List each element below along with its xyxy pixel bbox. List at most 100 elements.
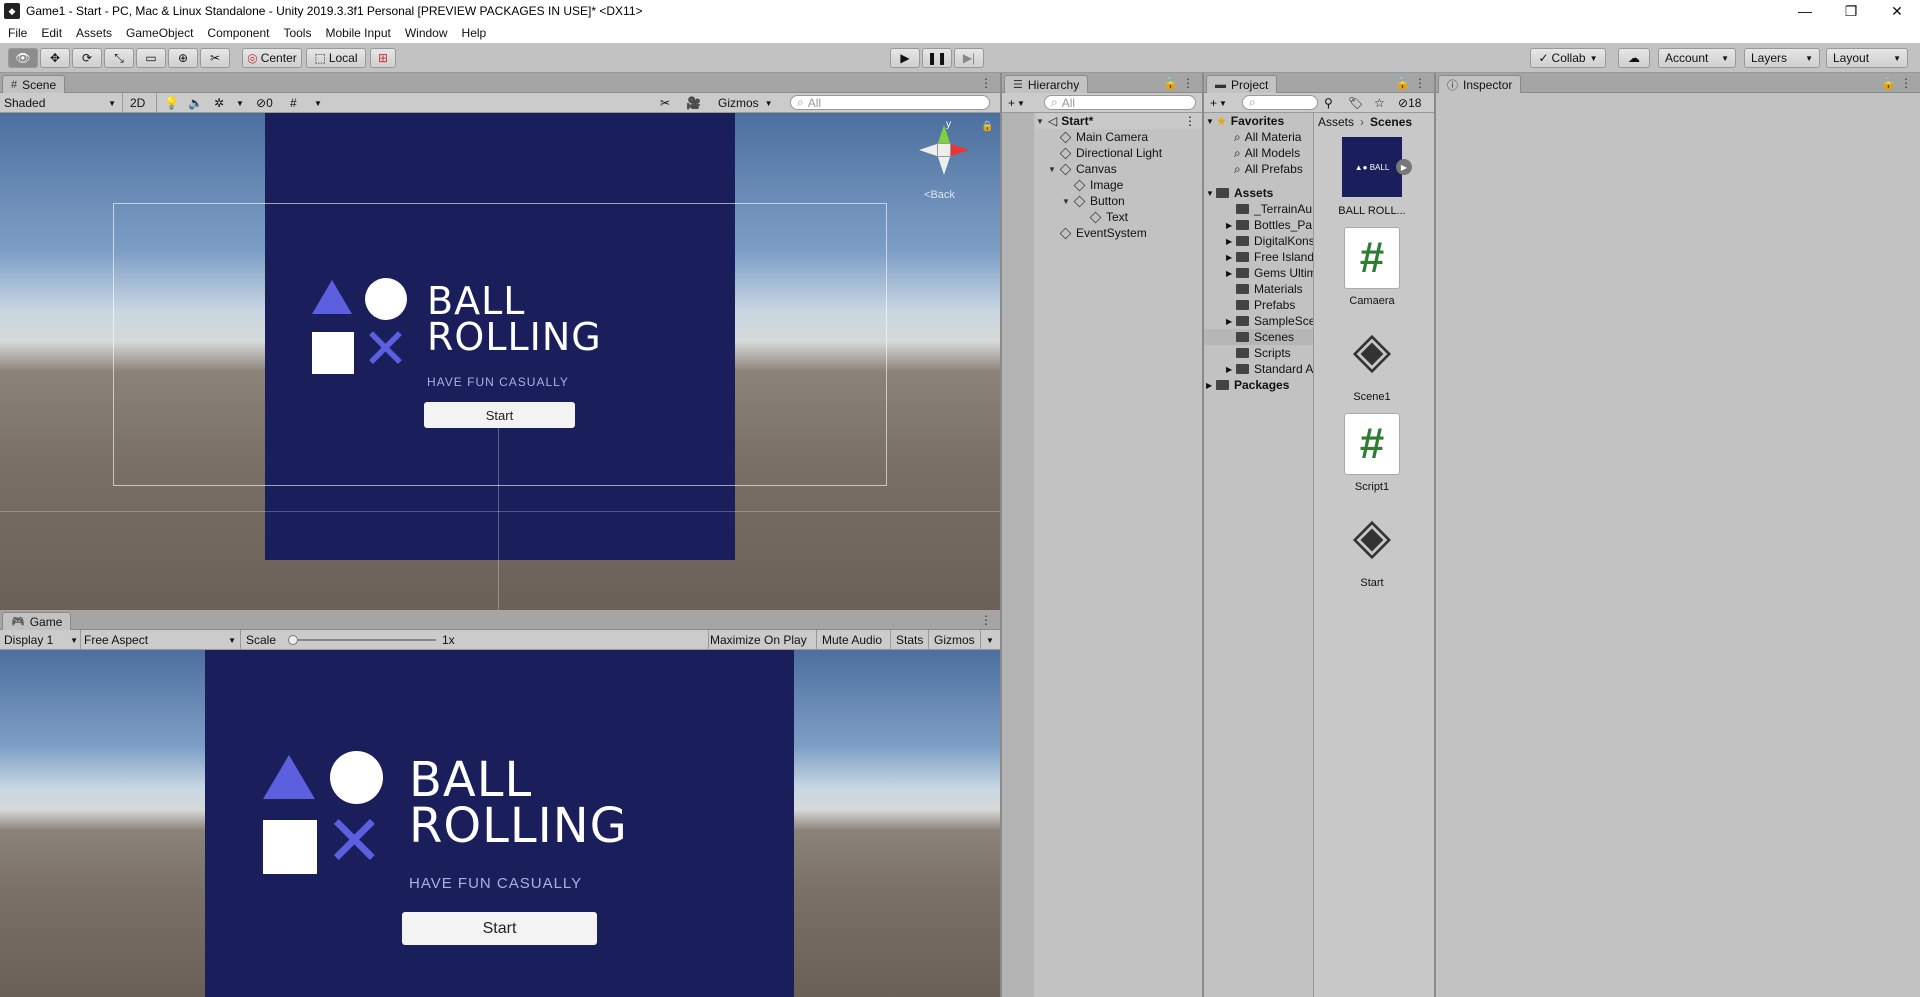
folder-item[interactable]: ▶ Bottles_Pa (1226, 217, 1312, 233)
grid-dropdown-icon[interactable]: ▼ (314, 95, 322, 111)
gizmo-lock-icon[interactable]: 🔒 (981, 121, 993, 132)
favorites-header[interactable]: ▼ ★ Favorites (1206, 113, 1284, 129)
folder-item[interactable]: ▶ Free Island (1226, 249, 1313, 265)
game-gizmos-toggle[interactable]: Gizmos (934, 632, 975, 648)
hierarchy-item-canvas[interactable]: ▼ Canvas (1048, 161, 1117, 177)
hierarchy-scene-menu-icon[interactable]: ⋮ (1184, 114, 1196, 128)
pause-button[interactable]: ❚❚ (922, 48, 952, 68)
maximize-on-play-toggle[interactable]: Maximize On Play (710, 632, 807, 648)
menu-assets[interactable]: Assets (76, 26, 112, 40)
snap-grid-icon[interactable]: ⊞ (370, 48, 396, 68)
view-tool-icon[interactable]: 👁 (8, 48, 38, 68)
asset-item[interactable]: # Script1 (1332, 413, 1412, 493)
cloud-icon[interactable]: ☁ (1618, 48, 1650, 68)
folder-item[interactable]: ▶ DigitalKons (1226, 233, 1313, 249)
layers-dropdown[interactable]: Layers ▼ (1744, 48, 1820, 68)
display-dropdown[interactable]: Display 1 ▼ (4, 632, 78, 648)
asset-item[interactable]: ◈ Start (1332, 505, 1412, 589)
pivot-center-button[interactable]: ◎ Center (242, 48, 302, 68)
stats-toggle[interactable]: Stats (896, 632, 923, 648)
hierarchy-search-input[interactable]: ⌕ All (1044, 95, 1196, 110)
hierarchy-item-directional-light[interactable]: Directional Light (1059, 145, 1162, 161)
gizmo-neg-y-axis-icon[interactable] (938, 157, 950, 175)
game-gizmos-dropdown-icon[interactable]: ▼ (986, 632, 994, 648)
folder-item[interactable]: _TerrainAu (1226, 201, 1312, 217)
menu-tools[interactable]: Tools (283, 26, 311, 40)
asset-item[interactable]: ◈ Scene1 (1332, 319, 1412, 403)
search-by-type-icon[interactable]: ⚲ (1324, 95, 1333, 111)
gizmo-center-cube[interactable] (937, 143, 951, 157)
tab-project[interactable]: ▬ Project (1206, 75, 1278, 93)
favorite-item[interactable]: ⌕ All Materia (1234, 129, 1301, 145)
scene-orientation-gizmo[interactable]: y 🔒 <Back (918, 119, 998, 215)
play-preview-icon[interactable]: ▶ (1396, 159, 1412, 175)
menu-mobile-input[interactable]: Mobile Input (325, 26, 390, 40)
rotate-tool-icon[interactable]: ⟳ (72, 48, 102, 68)
assets-header[interactable]: ▼ Assets (1206, 185, 1273, 201)
asset-item[interactable]: # Camaera (1332, 227, 1412, 307)
folder-item[interactable]: ▶ Gems Ultim (1226, 265, 1313, 281)
move-tool-icon[interactable]: ✥ (40, 48, 70, 68)
collab-dropdown[interactable]: ✓ Collab ▼ (1530, 48, 1606, 68)
hierarchy-item-text[interactable]: Text (1089, 209, 1128, 225)
scene-view[interactable]: ✕ BALL ROLLING HAVE FUN CASUALLY Start y… (0, 113, 1000, 610)
folder-item[interactable]: Prefabs (1226, 297, 1295, 313)
game-view[interactable]: ✕ BALL ROLLING HAVE FUN CASUALLY Start (0, 650, 1000, 997)
inspector-menu-icon[interactable]: ⋮ (1900, 76, 1912, 90)
restore-button[interactable]: ❐ (1828, 0, 1874, 22)
favorite-star-icon[interactable]: ☆ (1374, 95, 1385, 111)
effects-icon[interactable]: ✲ (214, 95, 224, 111)
hierarchy-item-start[interactable]: ▼ ◁ Start* ⋮ (1036, 113, 1202, 129)
folder-item[interactable]: Scripts (1226, 345, 1291, 361)
tab-scene[interactable]: # Scene (2, 75, 66, 93)
favorite-item[interactable]: ⌕ All Prefabs (1234, 161, 1303, 177)
scene-gizmos-dropdown[interactable]: Gizmos ▼ (718, 95, 773, 111)
folder-item[interactable]: ▶ Standard A (1226, 361, 1313, 377)
hidden-packages-icon[interactable]: ⊘ 18 (1398, 95, 1421, 111)
pivot-local-button[interactable]: ⬚ Local (306, 48, 366, 68)
scene-search-input[interactable]: ⌕ All (790, 95, 990, 110)
layout-dropdown[interactable]: Layout ▼ (1826, 48, 1908, 68)
tab-inspector[interactable]: ⓘ Inspector (1438, 75, 1522, 93)
account-dropdown[interactable]: Account ▼ (1658, 48, 1736, 68)
game-menu-icon[interactable]: ⋮ (980, 613, 992, 627)
step-button[interactable]: ▶| (954, 48, 984, 68)
mute-audio-toggle[interactable]: Mute Audio (822, 632, 882, 648)
tools-icon[interactable]: ✂ (660, 95, 670, 111)
project-add-button[interactable]: + ▼ (1210, 95, 1227, 111)
hierarchy-lock-icon[interactable]: 🔒 (1163, 76, 1178, 90)
menu-component[interactable]: Component (207, 26, 269, 40)
gizmo-x-axis-icon[interactable] (951, 144, 969, 156)
custom-tool-icon[interactable]: ✂ (200, 48, 230, 68)
menu-gameobject[interactable]: GameObject (126, 26, 193, 40)
menu-window[interactable]: Window (405, 26, 448, 40)
breadcrumb-scenes[interactable]: Scenes (1370, 115, 1412, 129)
breadcrumb-assets[interactable]: Assets (1318, 115, 1354, 129)
menu-file[interactable]: File (8, 26, 27, 40)
folder-item[interactable]: Materials (1226, 281, 1303, 297)
menu-help[interactable]: Help (462, 26, 487, 40)
hierarchy-menu-icon[interactable]: ⋮ (1182, 76, 1194, 90)
scale-slider-thumb[interactable] (288, 635, 298, 645)
play-button[interactable]: ▶ (890, 48, 920, 68)
game-start-button[interactable]: Start (402, 912, 597, 945)
lighting-icon[interactable]: 💡 (164, 95, 179, 111)
menu-edit[interactable]: Edit (41, 26, 62, 40)
project-search-input[interactable]: ⌕ (1242, 95, 1318, 110)
tab-game[interactable]: 🎮 Game (2, 612, 72, 630)
transform-tool-icon[interactable]: ⊕ (168, 48, 198, 68)
search-by-label-icon[interactable]: 🏷 (1348, 95, 1363, 111)
packages-header[interactable]: ▶ Packages (1206, 377, 1289, 393)
hierarchy-item-image[interactable]: Image (1073, 177, 1123, 193)
folder-item[interactable]: ▶ SampleSce (1226, 313, 1313, 329)
minimize-button[interactable]: — (1782, 0, 1828, 22)
effects-dropdown-icon[interactable]: ▼ (236, 95, 244, 111)
scene-menu-icon[interactable]: ⋮ (980, 76, 992, 90)
rect-tool-icon[interactable]: ▭ (136, 48, 166, 68)
project-menu-icon[interactable]: ⋮ (1414, 76, 1426, 90)
inspector-lock-icon[interactable]: 🔒 (1881, 76, 1896, 90)
hidden-objects-icon[interactable]: ⊘ 0 (256, 95, 273, 111)
audio-icon[interactable]: 🔈 (188, 95, 203, 111)
camera-icon[interactable]: 🎥 (686, 95, 701, 111)
scale-tool-icon[interactable]: ⤡ (104, 48, 134, 68)
